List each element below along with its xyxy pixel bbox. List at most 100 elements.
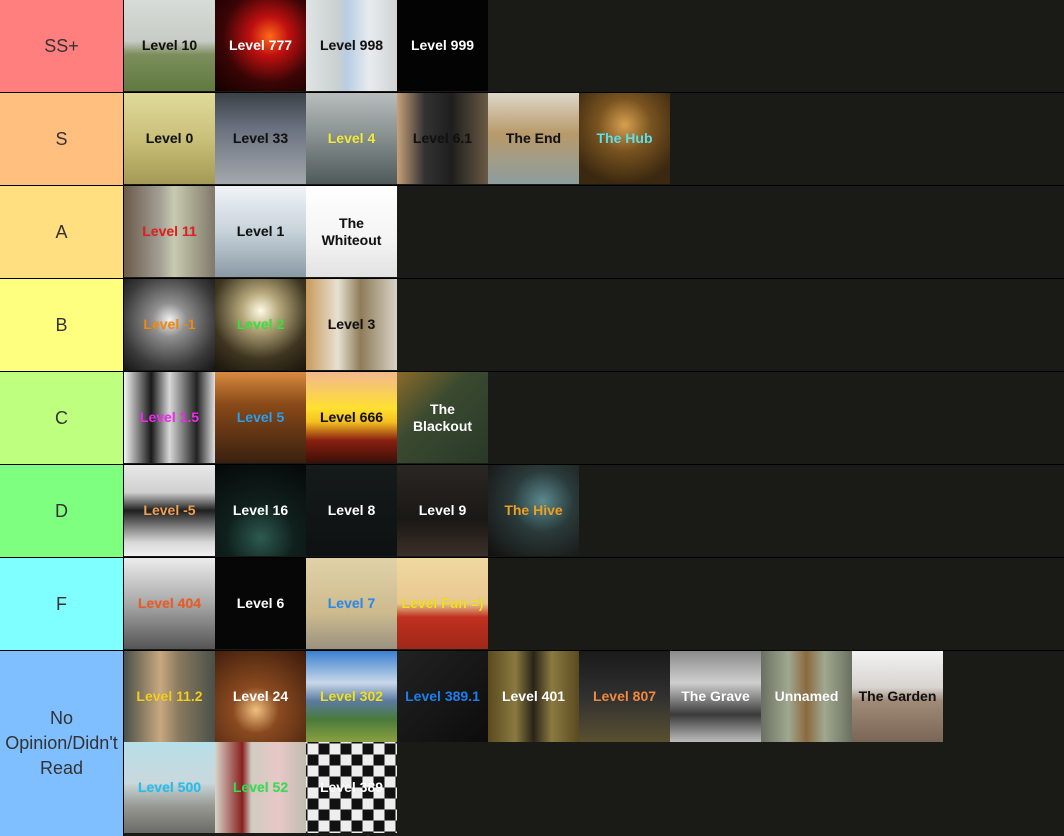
- tier-item-label: Level 302: [319, 688, 384, 704]
- tier-item[interactable]: Level 8: [306, 465, 397, 556]
- tier-item[interactable]: Level 389: [306, 742, 397, 833]
- tier-item-label: Level 998: [319, 37, 384, 53]
- tier-row: No Opinion/Didn't Read Level 11.2 Level 24…: [0, 651, 1064, 836]
- tier-label[interactable]: A: [0, 186, 124, 278]
- tier-row: S Level 0 Level 33 Level 4 Level 6.1 The End T…: [0, 93, 1064, 185]
- tier-item-label: Level 10: [141, 37, 198, 53]
- tier-item-label: Level 9: [418, 502, 467, 518]
- tier-item-label: Level 5: [236, 409, 285, 425]
- tier-item-label: The Garden: [858, 688, 937, 704]
- tier-item[interactable]: Level 11.2: [124, 651, 215, 742]
- tier-row: F Level 404 Level 6 Level 7 Level Fun =): [0, 558, 1064, 650]
- tier-item[interactable]: The Garden: [852, 651, 943, 742]
- tier-item[interactable]: Level 807: [579, 651, 670, 742]
- tier-item[interactable]: The Blackout: [397, 372, 488, 463]
- tier-items[interactable]: Level 11 Level 1 The Whiteout: [124, 186, 1024, 278]
- tier-row: C Level 1.5 Level 5 Level 666 The Blackout: [0, 372, 1064, 464]
- tier-item[interactable]: Level 11: [124, 186, 215, 277]
- tier-item[interactable]: Level 1: [215, 186, 306, 277]
- tier-item[interactable]: The Hub: [579, 93, 670, 184]
- tier-item-label: Level 404: [137, 595, 202, 611]
- tier-items[interactable]: Level 11.2 Level 24 Level 302 Level 389.1 Le…: [124, 651, 1024, 836]
- tier-item[interactable]: Level 52: [215, 742, 306, 833]
- tier-item[interactable]: Level 24: [215, 651, 306, 742]
- tier-label[interactable]: F: [0, 558, 124, 650]
- tier-item-label: Level 999: [410, 37, 475, 53]
- tier-item-label: Level 401: [501, 688, 566, 704]
- tier-label[interactable]: B: [0, 279, 124, 371]
- tier-item[interactable]: Level 401: [488, 651, 579, 742]
- tier-item-label: Level 16: [232, 502, 289, 518]
- tier-items[interactable]: Level 404 Level 6 Level 7 Level Fun =): [124, 558, 1024, 650]
- tier-item-label: Level 8: [327, 502, 376, 518]
- tier-item-label: The Hub: [596, 130, 653, 146]
- tier-item-label: Level 389.1: [405, 688, 480, 704]
- tier-item[interactable]: Level -1: [124, 279, 215, 370]
- tier-list-board: TiERMAKER SS+Level 10Level 777Level 998L…: [0, 0, 1064, 836]
- tier-item[interactable]: Level 777: [215, 0, 306, 91]
- tier-item[interactable]: Level Fun =): [397, 558, 488, 649]
- tier-item-label: Level 33: [232, 130, 289, 146]
- tier-item-label: Level 6.1: [412, 130, 473, 146]
- tier-item[interactable]: Level 3: [306, 279, 397, 370]
- tier-item-label: Level 24: [232, 688, 289, 704]
- tier-item-label: Level 11: [142, 223, 197, 239]
- tier-items[interactable]: Level 1.5 Level 5 Level 666 The Blackout: [124, 372, 1024, 464]
- tier-items[interactable]: Level -1 Level 2 Level 3: [124, 279, 1024, 371]
- tier-item-label: Level 807: [592, 688, 657, 704]
- tier-items[interactable]: Level -5 Level 16 Level 8 Level 9 The Hive: [124, 465, 1024, 557]
- tier-item[interactable]: Level 666: [306, 372, 397, 463]
- tier-item[interactable]: Level 10: [124, 0, 215, 91]
- tier-item-label: The Grave: [681, 688, 750, 704]
- tier-item-label: Level 0: [145, 130, 194, 146]
- tier-item[interactable]: The Hive: [488, 465, 579, 556]
- tier-item-label: Level 11.2: [136, 688, 203, 704]
- tier-item-label: Level 4: [327, 130, 376, 146]
- tier-label[interactable]: C: [0, 372, 124, 464]
- tier-item[interactable]: Level 5: [215, 372, 306, 463]
- tier-item[interactable]: Level 4: [306, 93, 397, 184]
- tier-item[interactable]: Level 999: [397, 0, 488, 91]
- tier-item-label: Level 52: [232, 779, 289, 795]
- tier-item[interactable]: Level 302: [306, 651, 397, 742]
- tier-item-label: Level 500: [137, 779, 202, 795]
- tier-item[interactable]: Level 2: [215, 279, 306, 370]
- tier-item[interactable]: Level -5: [124, 465, 215, 556]
- tier-item-label: Level Fun =): [401, 595, 484, 611]
- tier-item[interactable]: Level 404: [124, 558, 215, 649]
- tier-row: A Level 11 Level 1 The Whiteout: [0, 186, 1064, 278]
- tier-item-label: The Blackout: [412, 400, 473, 434]
- tier-item[interactable]: Unnamed: [761, 651, 852, 742]
- tier-row: B Level -1 Level 2 Level 3: [0, 279, 1064, 371]
- tier-item[interactable]: Level 16: [215, 465, 306, 556]
- tier-item-label: Level 1: [236, 223, 285, 239]
- tier-item[interactable]: Level 33: [215, 93, 306, 184]
- tier-item[interactable]: Level 0: [124, 93, 215, 184]
- tier-label[interactable]: D: [0, 465, 124, 557]
- tier-item-label: The End: [505, 130, 562, 146]
- tier-item-label: Level 1.5: [139, 409, 200, 425]
- tier-label[interactable]: S: [0, 93, 124, 185]
- tier-item-label: Level -1: [143, 316, 196, 332]
- tier-item[interactable]: Level 6.1: [397, 93, 488, 184]
- tier-items[interactable]: Level 10 Level 777 Level 998 Level 999: [124, 0, 1024, 92]
- tier-item[interactable]: The End: [488, 93, 579, 184]
- tier-items[interactable]: Level 0 Level 33 Level 4 Level 6.1 The End Th…: [124, 93, 1024, 185]
- tier-item[interactable]: Level 500: [124, 742, 215, 833]
- tier-item[interactable]: Level 7: [306, 558, 397, 649]
- tier-row: D Level -5 Level 16 Level 8 Level 9 The Hive: [0, 465, 1064, 557]
- tier-item[interactable]: Level 389.1: [397, 651, 488, 742]
- tier-item-label: Level 6: [236, 595, 285, 611]
- tier-item[interactable]: The Whiteout: [306, 186, 397, 277]
- tier-label[interactable]: No Opinion/Didn't Read: [0, 651, 124, 836]
- tier-item[interactable]: Level 6: [215, 558, 306, 649]
- tier-item[interactable]: The Grave: [670, 651, 761, 742]
- tier-item-label: The Hive: [504, 502, 563, 518]
- tier-item-label: Level 3: [327, 316, 376, 332]
- tier-item-label: Level -5: [143, 502, 196, 518]
- tier-item[interactable]: Level 998: [306, 0, 397, 91]
- tier-item[interactable]: Level 1.5: [124, 372, 215, 463]
- tier-item-label: Level 666: [319, 409, 384, 425]
- tier-label[interactable]: SS+: [0, 0, 124, 92]
- tier-item[interactable]: Level 9: [397, 465, 488, 556]
